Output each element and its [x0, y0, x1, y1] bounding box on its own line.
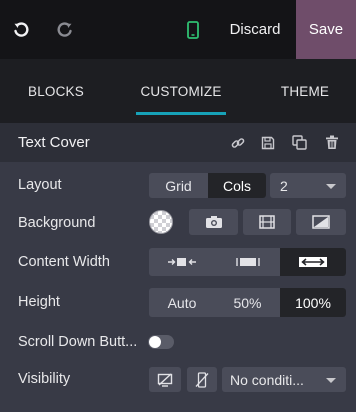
layout-cols-option[interactable]: Cols — [208, 173, 266, 198]
background-video-button[interactable] — [243, 209, 291, 235]
tab-customize[interactable]: CUSTOMIZE — [136, 59, 226, 123]
background-color-picker[interactable] — [149, 210, 173, 234]
content-width-small-option[interactable] — [149, 248, 215, 276]
section-title: Text Cover — [18, 134, 90, 151]
visibility-label: Visibility — [18, 371, 71, 387]
content-width-toggle — [149, 248, 346, 276]
background-label: Background — [18, 215, 96, 231]
height-toggle: Auto 50% 100% — [149, 288, 346, 317]
section-header: Text Cover — [0, 123, 356, 162]
chevron-down-icon — [326, 183, 336, 189]
scroll-down-label: Scroll Down Butt... — [18, 334, 138, 350]
content-width-regular-option[interactable] — [215, 248, 280, 276]
layout-grid-option[interactable]: Grid — [149, 173, 208, 198]
height-auto-option[interactable]: Auto — [149, 288, 215, 317]
film-icon — [259, 215, 275, 229]
save-block-button[interactable] — [258, 123, 278, 162]
layout-toggle: Grid Cols — [149, 173, 266, 198]
save-icon — [261, 136, 275, 149]
undo-icon — [14, 21, 29, 37]
height-100-option[interactable]: 100% — [280, 288, 346, 317]
panel-tabs: BLOCKS CUSTOMIZE THEME — [0, 59, 356, 123]
hide-desktop-icon — [157, 372, 173, 387]
height-50-option[interactable]: 50% — [215, 288, 280, 317]
link-button[interactable] — [228, 123, 248, 162]
visibility-condition-select[interactable]: No conditi... — [222, 367, 346, 392]
editor-topbar: Discard Save — [0, 0, 356, 59]
content-width-full-option[interactable] — [280, 248, 346, 276]
columns-select-value: 2 — [280, 177, 288, 194]
duplicate-button[interactable] — [289, 123, 309, 162]
background-image-button[interactable] — [189, 209, 238, 235]
mobile-phone-icon — [187, 20, 199, 39]
hide-mobile-icon — [195, 371, 209, 388]
undo-button[interactable] — [8, 0, 34, 59]
toggle-knob — [149, 336, 161, 348]
layout-label: Layout — [18, 177, 62, 193]
tab-theme[interactable]: THEME — [276, 59, 334, 123]
delete-button[interactable] — [322, 123, 342, 162]
narrow-width-icon — [168, 258, 196, 266]
height-label: Height — [18, 294, 60, 310]
tab-blocks[interactable]: BLOCKS — [18, 59, 94, 123]
redo-icon — [57, 21, 72, 37]
redo-button[interactable] — [52, 0, 78, 59]
scroll-down-toggle[interactable] — [148, 335, 174, 349]
mobile-preview-button[interactable] — [180, 0, 206, 59]
visibility-condition-value: No conditi... — [230, 371, 304, 388]
gradient-icon — [312, 215, 330, 229]
regular-width-icon — [235, 258, 260, 266]
content-width-label: Content Width — [18, 254, 110, 270]
camera-icon — [205, 216, 222, 228]
full-width-icon — [299, 257, 327, 267]
chevron-down-icon — [326, 377, 336, 383]
hide-on-desktop-button[interactable] — [149, 367, 181, 392]
trash-icon — [326, 135, 338, 149]
save-button[interactable]: Save — [296, 0, 356, 59]
hide-on-mobile-button[interactable] — [187, 367, 217, 392]
background-gradient-button[interactable] — [296, 209, 346, 235]
discard-button[interactable]: Discard — [214, 0, 296, 59]
clone-icon — [291, 135, 307, 150]
columns-select[interactable]: 2 — [270, 173, 346, 198]
link-icon — [231, 137, 245, 148]
